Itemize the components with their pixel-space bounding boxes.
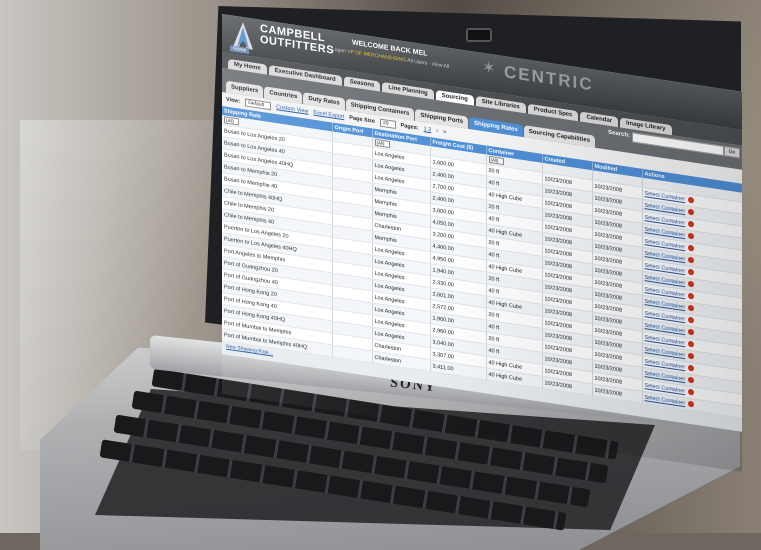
view-select[interactable]: Default <box>245 98 272 111</box>
delete-icon[interactable] <box>688 364 695 372</box>
pager-links[interactable]: 1 2 <box>424 126 432 133</box>
delete-icon[interactable] <box>688 220 695 228</box>
delete-icon[interactable] <box>688 340 695 348</box>
excel-export-link[interactable]: Excel Export <box>313 110 344 121</box>
delete-icon[interactable] <box>688 232 695 240</box>
delete-icon[interactable] <box>688 256 695 264</box>
user-prefix: Logon <box>332 46 346 55</box>
partner-logo: CENTRIC <box>504 62 594 95</box>
delete-icon[interactable] <box>688 280 695 288</box>
delete-icon[interactable] <box>688 292 695 300</box>
search-go-button[interactable]: Go <box>724 146 740 159</box>
page-size-select[interactable]: 20 <box>379 118 396 129</box>
delete-icon[interactable] <box>688 376 695 384</box>
search-label: Search: <box>607 129 630 139</box>
pages-label: Pages: <box>400 122 419 132</box>
page-size-label: Page Size <box>349 115 375 125</box>
delete-icon[interactable] <box>688 268 695 276</box>
centric-star-icon: ✶ <box>482 58 496 78</box>
next-page-icon[interactable]: › <box>436 128 438 134</box>
webcam-icon <box>466 28 492 42</box>
custom-view-link[interactable]: Custom View <box>276 104 308 115</box>
delete-icon[interactable] <box>688 304 695 312</box>
user-suffix[interactable]: All Users · View All <box>407 58 449 70</box>
delete-icon[interactable] <box>688 352 695 360</box>
delete-icon[interactable] <box>688 196 695 204</box>
delete-icon[interactable] <box>688 244 695 252</box>
view-label: View: <box>226 96 241 105</box>
last-page-icon[interactable]: » <box>443 129 446 135</box>
brand-logo-text: CAMPBELL OUTFITTERS <box>260 23 334 57</box>
delete-icon[interactable] <box>688 400 695 408</box>
delete-icon[interactable] <box>688 388 695 396</box>
delete-icon[interactable] <box>688 316 695 324</box>
delete-icon[interactable] <box>688 328 695 336</box>
delete-icon[interactable] <box>688 208 695 216</box>
